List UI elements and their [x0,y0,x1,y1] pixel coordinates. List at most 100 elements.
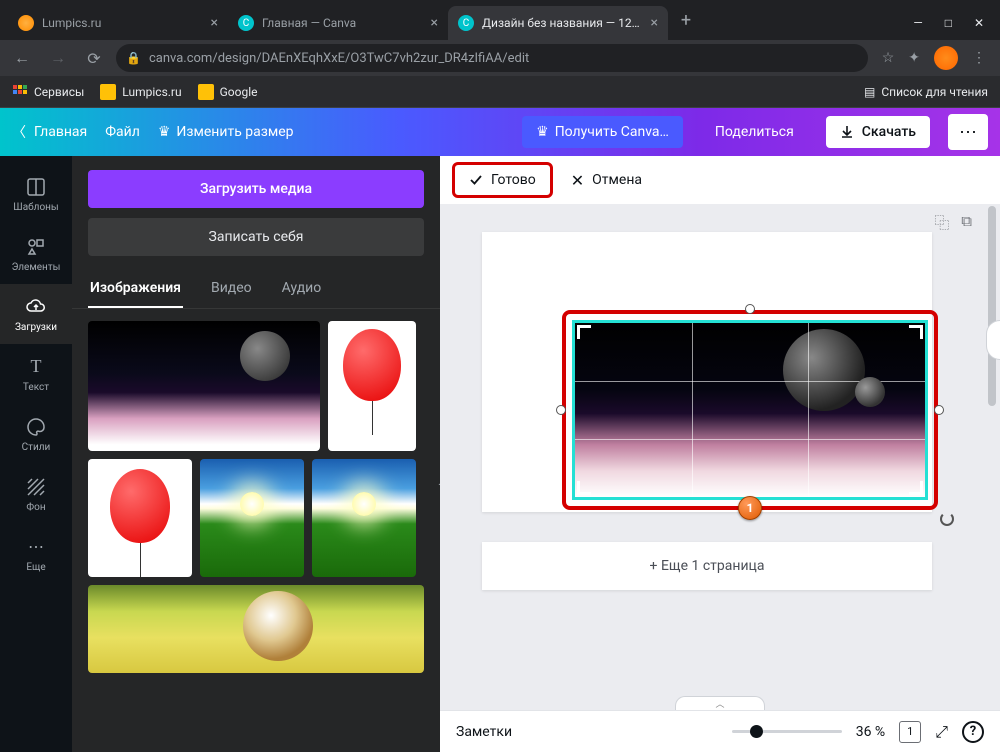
rail-elements[interactable]: Элементы [0,224,72,284]
browser-titlebar: Lumpics.ru × C Главная — Canva × C Дизай… [0,0,1000,40]
rail-more[interactable]: ⋯ Еще [0,524,72,584]
resize-menu[interactable]: ♛ Изменить размер [158,124,294,140]
duplicate-page-icon[interactable]: ⿻ [934,212,949,233]
addr-icons: ☆ ✦ ⋮ [876,46,992,70]
download-button[interactable]: Скачать [826,116,930,148]
bookmark-lumpics[interactable]: Lumpics.ru [100,84,181,100]
favicon-icon [18,15,34,31]
media-thumb[interactable] [328,321,416,451]
profile-avatar[interactable] [934,46,958,70]
crown-icon: ♛ [536,124,549,140]
canvas-page[interactable]: 1 [482,232,932,512]
rail-label: Фон [26,502,45,513]
help-icon[interactable]: ? [962,721,984,743]
styles-icon [25,416,47,438]
tab-title: Дизайн без названия — 1280 [482,16,645,30]
vertical-scrollbar[interactable] [986,206,998,708]
get-canva-button[interactable]: ♛ Получить Canva… [522,116,683,148]
crop-cancel-button[interactable]: ✕ Отмена [561,163,652,198]
chevron-left-icon: 〈 [12,122,26,142]
media-thumb[interactable] [200,459,304,577]
close-icon: ✕ [571,171,584,190]
resize-handle[interactable] [556,405,566,415]
bookmark-label: Сервисы [34,85,84,99]
url-input[interactable]: 🔒 canva.com/design/DAEnXEqhXxE/O3TwC7vh2… [116,44,868,72]
star-icon[interactable]: ☆ [882,50,895,66]
crop-frame[interactable] [572,320,928,500]
uploads-icon [25,296,47,318]
main-area: Шаблоны Элементы Загрузки T Текст Стили … [0,156,1000,752]
forward-button[interactable]: → [44,44,72,72]
media-thumb[interactable] [312,459,416,577]
new-tab-button[interactable]: + [672,6,700,34]
canvas-viewport[interactable]: ⿻ ⧉ [440,204,1000,710]
reload-button[interactable]: ⟳ [80,44,108,72]
rail-label: Стили [22,442,51,453]
address-bar: ← → ⟳ 🔒 canva.com/design/DAEnXEqhXxE/O3T… [0,40,1000,76]
pages-button[interactable]: 1 [899,721,921,743]
tab-audio[interactable]: Аудио [280,272,324,308]
templates-icon [25,176,47,198]
add-page-button[interactable]: + Еще 1 страница [482,542,932,590]
crown-icon: ♛ [158,124,171,140]
favicon-icon: C [458,15,474,31]
rail-templates[interactable]: Шаблоны [0,164,72,224]
media-tabs: Изображения Видео Аудио [72,266,440,309]
upload-media-button[interactable]: Загрузить медиа [88,170,424,208]
minimize-icon[interactable]: ― [913,16,922,30]
resize-handle[interactable] [934,405,944,415]
url-text: canva.com/design/DAEnXEqhXxE/O3TwC7vh2zu… [149,51,529,66]
reading-list[interactable]: ▤ Список для чтения [864,85,988,99]
file-menu[interactable]: Файл [105,124,140,140]
browser-tab-2[interactable]: C Главная — Canva × [228,6,448,40]
folder-icon [198,84,214,100]
notes-button[interactable]: Заметки [456,724,512,740]
media-thumb[interactable] [88,321,320,451]
elements-icon [25,236,47,258]
bookmark-google[interactable]: Google [198,84,258,100]
media-thumb[interactable] [88,459,192,577]
maximize-icon[interactable]: □ [945,16,952,30]
rail-label: Текст [23,382,49,393]
rail-uploads[interactable]: Загрузки [0,284,72,344]
close-window-icon[interactable]: ✕ [974,16,984,30]
left-rail: Шаблоны Элементы Загрузки T Текст Стили … [0,156,72,752]
annotation-step-1: 1 [738,496,762,520]
rail-text[interactable]: T Текст [0,344,72,404]
folder-icon [100,84,116,100]
side-peek-handle[interactable] [986,320,1000,360]
bookmark-services[interactable]: Сервисы [12,84,84,100]
close-icon[interactable]: × [211,15,218,31]
browser-tab-1[interactable]: Lumpics.ru × [8,6,228,40]
record-yourself-button[interactable]: Записать себя [88,218,424,256]
browser-tab-3[interactable]: C Дизайн без названия — 1280 × [448,6,668,40]
share-button[interactable]: Поделиться [701,116,808,148]
page-peek-handle[interactable]: ︿ [675,696,765,710]
extension-icon[interactable]: ✦ [908,50,920,66]
crop-toolbar: Готово ✕ Отмена [440,156,1000,204]
rotate-handle[interactable] [940,512,954,526]
back-button[interactable]: ← [8,44,36,72]
bookmark-label: Google [220,85,258,99]
crop-selection[interactable]: 1 [562,310,938,510]
more-button[interactable]: ⋯ [948,114,988,150]
home-link[interactable]: 〈 Главная [12,122,87,142]
getcanva-label: Получить Canva… [555,124,669,140]
rail-label: Элементы [12,262,61,273]
add-page-icon[interactable]: ⧉ [961,212,972,233]
tab-video[interactable]: Видео [209,272,254,308]
cancel-label: Отмена [592,172,642,188]
tab-images[interactable]: Изображения [88,272,183,308]
rail-styles[interactable]: Стили [0,404,72,464]
bookmarks-bar: Сервисы Lumpics.ru Google ▤ Список для ч… [0,76,1000,108]
zoom-slider[interactable] [732,730,842,733]
more-icon: ⋯ [25,536,47,558]
crop-done-button[interactable]: Готово [452,162,553,198]
resize-handle[interactable] [745,304,755,314]
close-icon[interactable]: × [431,15,438,31]
media-thumb[interactable] [88,585,424,673]
close-icon[interactable]: × [651,15,658,31]
fullscreen-icon[interactable]: ⤢ [935,722,948,742]
rail-background[interactable]: Фон [0,464,72,524]
menu-icon[interactable]: ⋮ [972,50,986,66]
